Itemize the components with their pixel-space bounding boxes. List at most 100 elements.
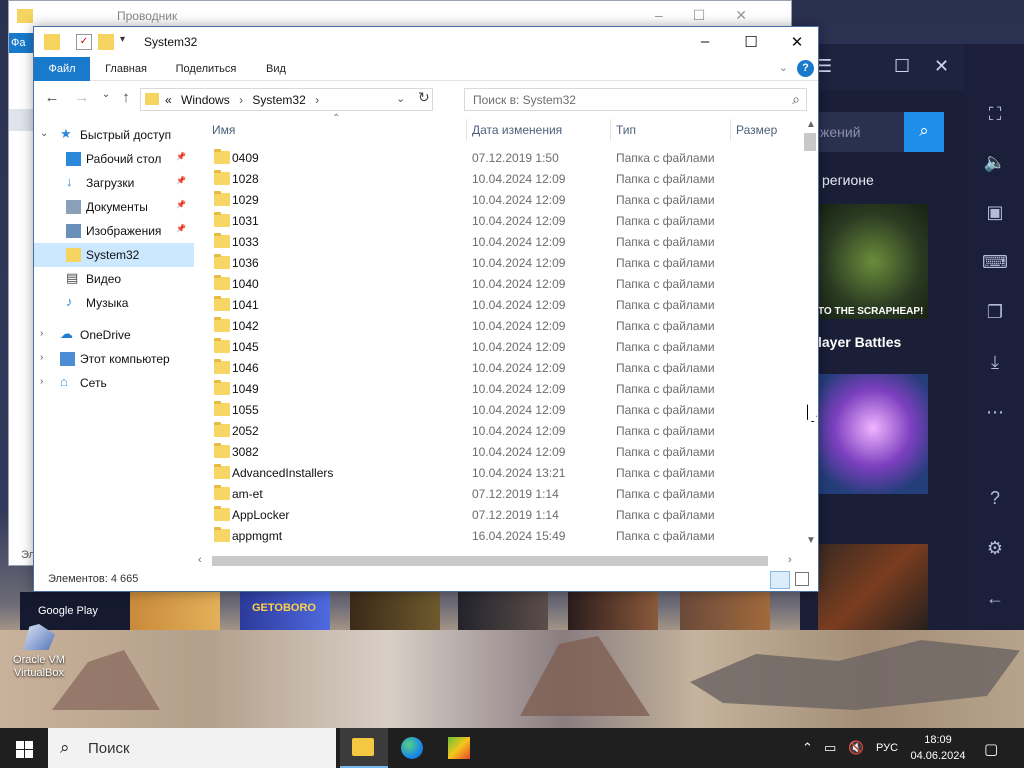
volume-muted-icon[interactable]: 🔇 (848, 740, 864, 756)
chevron-right-icon[interactable]: › (40, 328, 43, 339)
properties-icon[interactable]: ✓ (76, 34, 92, 50)
notifications-icon[interactable]: ▢ (984, 740, 998, 758)
table-row[interactable]: 1040 10.04.2024 12:09 Папка с файлами (204, 273, 802, 294)
new-folder-icon[interactable] (98, 34, 114, 50)
table-row[interactable]: AppLocker 07.12.2019 1:14 Папка с файлами (204, 504, 802, 525)
horizontal-scrollbar[interactable]: ‹ › (194, 553, 802, 569)
table-row[interactable]: 1033 10.04.2024 12:09 Папка с файлами (204, 231, 802, 252)
game-thumbnail[interactable] (458, 592, 548, 630)
more-icon[interactable]: ⋯ (982, 402, 1008, 428)
table-row[interactable]: 1029 10.04.2024 12:09 Папка с файлами (204, 189, 802, 210)
input-language[interactable]: РУС (876, 742, 898, 754)
tab-file[interactable]: Файл (34, 57, 90, 81)
chevron-right-icon[interactable]: › (40, 376, 43, 387)
keyboard-icon[interactable]: ⌨ (982, 252, 1008, 278)
maximize-icon[interactable]: ☐ (894, 56, 910, 77)
refresh-icon[interactable]: ↻ (418, 89, 430, 106)
large-icons-view-icon[interactable] (795, 572, 809, 586)
game-tile[interactable] (818, 544, 928, 630)
volume-icon[interactable]: 🔈 (982, 152, 1008, 178)
network-icon[interactable]: ▭ (824, 740, 836, 756)
nav-item-7[interactable]: ♪ Музыка (34, 291, 194, 315)
column-name[interactable]: Имя (212, 123, 235, 137)
table-row[interactable]: 1049 10.04.2024 12:09 Папка с файлами (204, 378, 802, 399)
nav-item-10[interactable]: › ⌂ Сеть (34, 371, 194, 395)
nav-item-2[interactable]: ↓ Загрузки 📌 (34, 171, 194, 195)
table-row[interactable]: AdvancedInstallers 10.04.2024 13:21 Папка … (204, 462, 802, 483)
settings-icon[interactable]: ⚙ (982, 538, 1008, 564)
table-row[interactable]: 3082 10.04.2024 12:09 Папка с файлами (204, 441, 802, 462)
nav-item-5[interactable]: System32 (34, 243, 194, 267)
apk-install-icon[interactable]: ⤓ (982, 352, 1008, 378)
search-icon[interactable]: ⌕ (904, 112, 944, 152)
nav-item-8[interactable]: › ☁ OneDrive (34, 323, 194, 347)
table-row[interactable]: 2052 10.04.2024 12:09 Папка с файлами (204, 420, 802, 441)
game-thumbnail[interactable] (568, 592, 658, 630)
table-row[interactable]: 1041 10.04.2024 12:09 Папка с файлами (204, 294, 802, 315)
search-input[interactable]: Поиск в: System32 ⌕ (464, 88, 807, 111)
recent-locations-icon[interactable]: ⌄ (96, 89, 116, 109)
chevron-right-icon[interactable]: › (315, 93, 319, 107)
close-icon[interactable]: ✕ (934, 56, 949, 77)
table-row[interactable]: appmgmt 16.04.2024 15:49 Папка с файлами (204, 525, 802, 546)
multi-instance-icon[interactable]: ❐ (982, 302, 1008, 328)
titlebar[interactable]: ✓ ▾ System32 – ☐ ✕ (34, 27, 818, 57)
column-type[interactable]: Тип (616, 123, 636, 137)
breadcrumb-system32[interactable]: System32 (252, 93, 305, 107)
nav-item-0[interactable]: ⌄ ★ Быстрый доступ (34, 123, 194, 147)
table-row[interactable]: 1031 10.04.2024 12:09 Папка с файлами (204, 210, 802, 231)
table-row[interactable]: 1036 10.04.2024 12:09 Папка с файлами (204, 252, 802, 273)
nav-item-9[interactable]: › Этот компьютер (34, 347, 194, 371)
tab-view[interactable]: Вид (256, 57, 296, 81)
nav-item-4[interactable]: Изображения 📌 (34, 219, 194, 243)
address-bar[interactable]: « Windows › System32 › ⌄ (140, 88, 433, 111)
back-icon[interactable]: ← (42, 89, 62, 109)
forward-icon[interactable]: → (72, 89, 92, 109)
column-size[interactable]: Размер (736, 123, 777, 137)
game-thumbnail[interactable] (680, 592, 770, 630)
close-button[interactable]: ✕ (774, 27, 820, 57)
screen-record-icon[interactable]: ▣ (982, 202, 1008, 228)
chevron-right-icon[interactable]: › (239, 93, 243, 107)
table-row[interactable]: 0409 07.12.2019 1:50 Папка с файлами (204, 147, 802, 168)
column-date[interactable]: Дата изменения (472, 123, 562, 137)
breadcrumb-overflow[interactable]: « (165, 93, 172, 107)
fullscreen-icon[interactable]: ⛶ (982, 104, 1008, 130)
table-row[interactable]: 1045 10.04.2024 12:09 Папка с файлами (204, 336, 802, 357)
game-tile[interactable] (818, 204, 928, 319)
table-row[interactable]: 1046 10.04.2024 12:09 Папка с файлами (204, 357, 802, 378)
table-row[interactable]: 1042 10.04.2024 12:09 Папка с файлами (204, 315, 802, 336)
table-row[interactable]: 1055 10.04.2024 12:09 Папка с файлами (204, 399, 802, 420)
expand-ribbon-icon[interactable]: ⌄ (779, 61, 788, 74)
table-row[interactable]: 1028 10.04.2024 12:09 Папка с файлами (204, 168, 802, 189)
nav-item-3[interactable]: Документы 📌 (34, 195, 194, 219)
nav-item-1[interactable]: Рабочий стол 📌 (34, 147, 194, 171)
clock[interactable]: 18:09 04.06.2024 (908, 732, 968, 764)
game-thumbnail[interactable] (350, 592, 440, 630)
virtualbox-shortcut[interactable]: Oracle VM VirtualBox (4, 624, 74, 680)
column-divider[interactable] (610, 119, 611, 141)
taskbar-search[interactable]: ⌕ Поиск (48, 728, 336, 768)
game-thumbnail[interactable]: GETOBORO (240, 592, 330, 630)
chevron-down-icon[interactable]: ⌄ (396, 92, 405, 105)
nav-item-6[interactable]: ▤ Видео (34, 267, 194, 291)
bluestacks-taskbar-button[interactable] (436, 728, 484, 768)
help-icon[interactable]: ? (982, 488, 1008, 514)
maximize-button[interactable]: ☐ (728, 27, 774, 57)
scroll-up-icon[interactable]: ▲ (806, 119, 816, 130)
help-icon[interactable]: ? (797, 60, 814, 77)
scroll-down-icon[interactable]: ▼ (806, 535, 816, 546)
scroll-right-icon[interactable]: › (788, 554, 792, 566)
file-explorer-taskbar-button[interactable] (340, 728, 388, 768)
start-button[interactable] (0, 728, 48, 768)
vertical-scrollbar[interactable]: ▲ ▼ (802, 119, 818, 551)
column-divider[interactable] (466, 119, 467, 141)
chevron-right-icon[interactable]: › (40, 352, 43, 363)
scroll-left-icon[interactable]: ‹ (198, 554, 202, 566)
scroll-thumb[interactable] (212, 556, 768, 566)
chevron-down-icon[interactable]: ⌄ (40, 128, 48, 139)
scroll-thumb[interactable] (804, 133, 816, 151)
show-hidden-icons-icon[interactable]: ⌃ (802, 740, 813, 756)
tab-share[interactable]: Поделиться (166, 57, 246, 81)
minimize-button[interactable]: – (682, 27, 728, 57)
